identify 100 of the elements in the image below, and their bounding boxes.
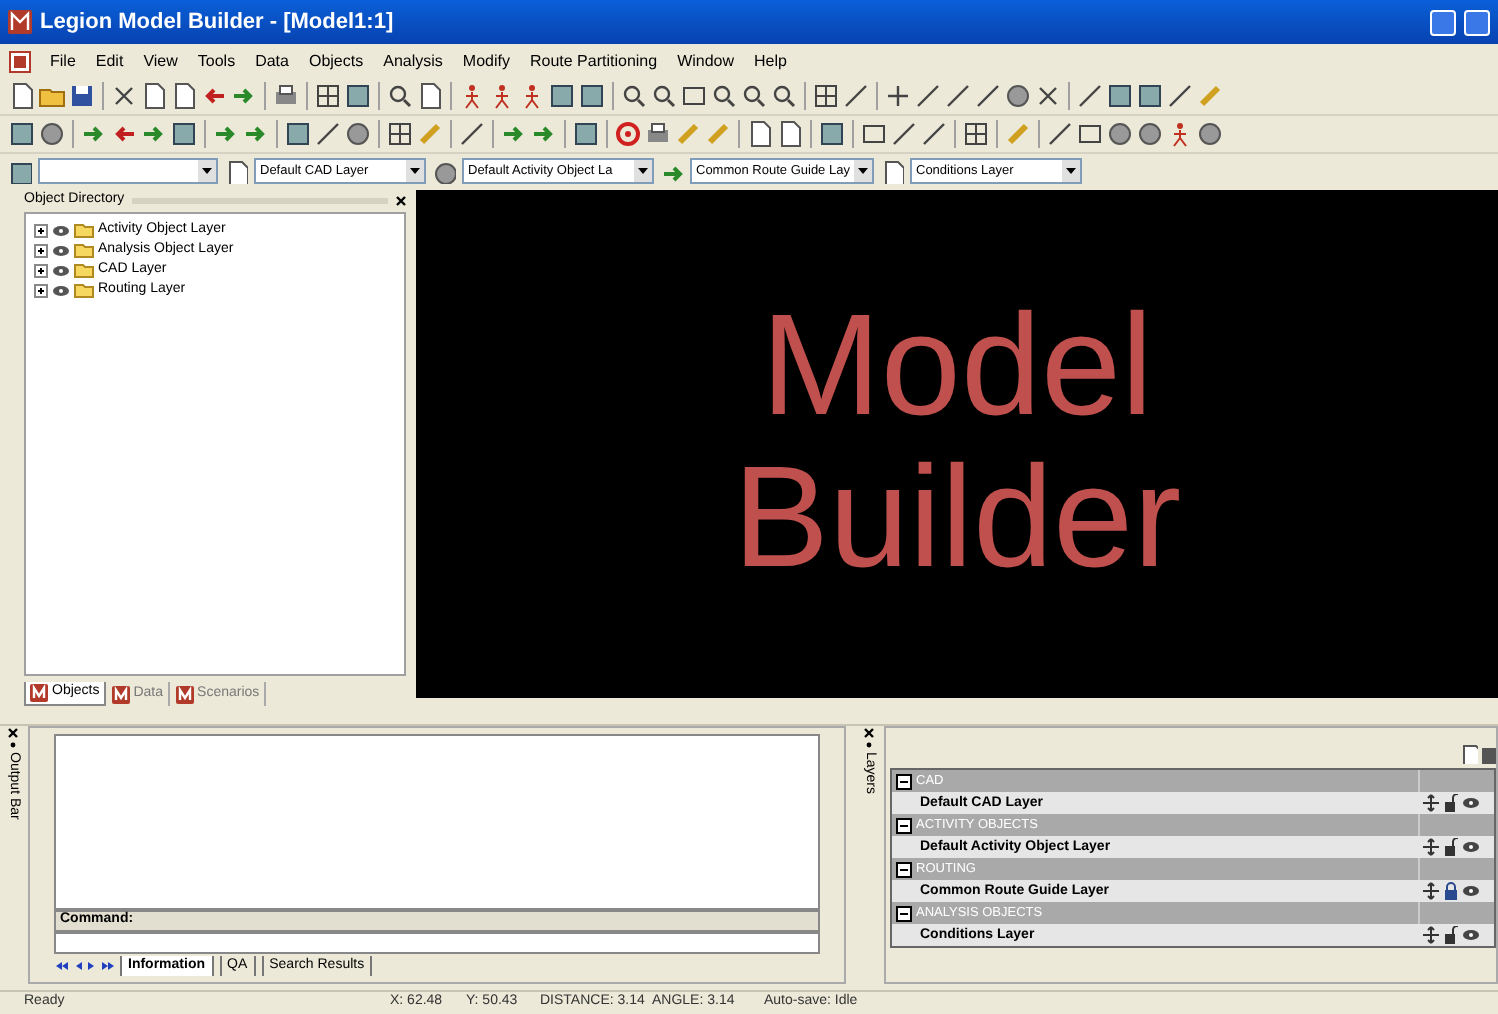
square-icon[interactable] — [818, 120, 846, 148]
menu-item[interactable]: Edit — [93, 49, 126, 73]
printer-icon[interactable] — [272, 82, 300, 110]
square-icon[interactable] — [170, 120, 198, 148]
grid-icon[interactable] — [812, 82, 840, 110]
page-icon[interactable] — [224, 159, 248, 183]
expand-icon[interactable] — [34, 283, 48, 297]
expand-icon[interactable] — [34, 263, 48, 277]
rect-icon[interactable] — [680, 82, 708, 110]
circle-icon[interactable] — [1004, 82, 1032, 110]
collapse-icon[interactable] — [896, 773, 912, 789]
expand-icon[interactable] — [34, 223, 48, 237]
command-field[interactable] — [54, 932, 820, 954]
menu-item[interactable]: File — [48, 49, 78, 73]
minimize-button[interactable] — [1430, 9, 1456, 35]
collapse-icon[interactable] — [896, 861, 912, 877]
line-icon[interactable] — [458, 120, 486, 148]
close-icon[interactable] — [7, 728, 17, 738]
circle-icon[interactable] — [1136, 120, 1164, 148]
magnifier-icon[interactable] — [650, 82, 678, 110]
eye-icon[interactable] — [1462, 796, 1480, 810]
pin-icon[interactable] — [9, 742, 15, 748]
line-icon[interactable] — [974, 82, 1002, 110]
cross-icon[interactable] — [1034, 82, 1062, 110]
menu-item[interactable]: Modify — [460, 49, 512, 73]
page-icon[interactable] — [776, 120, 804, 148]
line-icon[interactable] — [1076, 82, 1104, 110]
close-icon[interactable] — [863, 728, 873, 738]
line-icon[interactable] — [890, 120, 918, 148]
circle-icon[interactable] — [38, 120, 66, 148]
expand-icon[interactable] — [34, 243, 48, 257]
line-icon[interactable] — [920, 120, 948, 148]
menu-item[interactable]: Analysis — [381, 49, 445, 73]
menu-item[interactable]: View — [141, 49, 180, 73]
eye-icon[interactable] — [52, 223, 70, 237]
menu-item[interactable]: Objects — [306, 49, 366, 73]
page-icon[interactable] — [8, 82, 36, 110]
line-icon[interactable] — [914, 82, 942, 110]
unlocked-icon[interactable] — [1444, 838, 1458, 856]
line-icon[interactable] — [314, 120, 342, 148]
eye-icon[interactable] — [1462, 840, 1480, 854]
page-icon[interactable] — [746, 120, 774, 148]
magnifier-icon[interactable] — [386, 82, 414, 110]
grid-icon[interactable] — [386, 120, 414, 148]
grid-icon[interactable] — [314, 82, 342, 110]
line-icon[interactable] — [1166, 82, 1194, 110]
rect-icon[interactable] — [1076, 120, 1104, 148]
page-icon[interactable] — [416, 82, 444, 110]
square-icon[interactable] — [344, 82, 372, 110]
menu-item[interactable]: Window — [675, 49, 737, 73]
navigation-arrows-icon[interactable] — [54, 960, 114, 972]
app-logo-icon — [8, 10, 32, 34]
unlocked-icon[interactable] — [1444, 794, 1458, 812]
cross-icon[interactable] — [110, 82, 138, 110]
move-icon[interactable] — [1422, 838, 1440, 856]
square-icon[interactable] — [572, 120, 600, 148]
move-icon[interactable] — [1422, 926, 1440, 944]
circle-icon[interactable] — [344, 120, 372, 148]
line-icon[interactable] — [944, 82, 972, 110]
collapse-icon[interactable] — [896, 905, 912, 921]
magnifier-icon[interactable] — [710, 82, 738, 110]
square-icon[interactable] — [1136, 82, 1164, 110]
pin-icon[interactable] — [865, 742, 871, 748]
magnifier-icon[interactable] — [770, 82, 798, 110]
rect-icon[interactable] — [860, 120, 888, 148]
menu-item[interactable]: Data — [253, 49, 291, 73]
eye-icon[interactable] — [1462, 928, 1480, 942]
line-icon[interactable] — [842, 82, 870, 110]
page-icon[interactable] — [140, 82, 168, 110]
menu-item[interactable]: Tools — [195, 49, 238, 73]
page-icon[interactable] — [880, 159, 904, 183]
collapse-icon[interactable] — [896, 817, 912, 833]
menu-item[interactable]: Help — [752, 49, 789, 73]
square-icon[interactable] — [1106, 82, 1134, 110]
move-icon[interactable] — [1422, 882, 1440, 900]
unlocked-icon[interactable] — [1444, 926, 1458, 944]
page-icon[interactable] — [170, 82, 198, 110]
magnifier-icon[interactable] — [740, 82, 768, 110]
square-icon[interactable] — [8, 120, 36, 148]
square-icon[interactable] — [578, 82, 606, 110]
square-icon[interactable] — [548, 82, 576, 110]
eye-icon[interactable] — [52, 283, 70, 297]
plus-icon[interactable] — [884, 82, 912, 110]
grid-icon[interactable] — [962, 120, 990, 148]
eye-icon[interactable] — [52, 263, 70, 277]
eye-icon[interactable] — [1462, 884, 1480, 898]
square-icon[interactable] — [284, 120, 312, 148]
close-icon[interactable] — [396, 196, 406, 206]
restore-button[interactable] — [1464, 9, 1490, 35]
document-icon[interactable] — [8, 49, 32, 73]
printer-icon[interactable] — [644, 120, 672, 148]
circle-icon[interactable] — [1196, 120, 1224, 148]
circle-icon[interactable] — [1106, 120, 1134, 148]
magnifier-icon[interactable] — [620, 82, 648, 110]
target-icon[interactable] — [614, 120, 642, 148]
move-icon[interactable] — [1422, 794, 1440, 812]
menu-item[interactable]: Route Partitioning — [527, 49, 660, 73]
locked-icon[interactable] — [1444, 882, 1458, 900]
line-icon[interactable] — [1046, 120, 1074, 148]
eye-icon[interactable] — [52, 243, 70, 257]
